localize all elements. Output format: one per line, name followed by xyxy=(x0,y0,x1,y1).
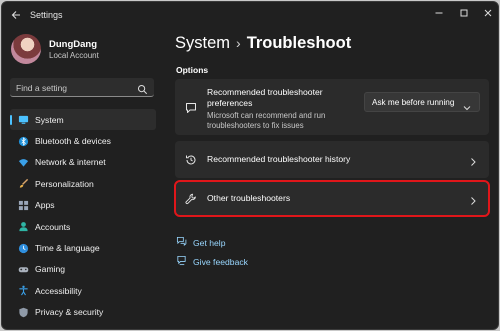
sidebar-item-label: Accessibility xyxy=(35,285,82,296)
wifi-icon xyxy=(17,156,29,168)
sidebar-item-accounts[interactable]: Accounts xyxy=(10,216,156,237)
breadcrumb: System › Troubleshoot xyxy=(175,34,351,53)
sidebar-item-time-language[interactable]: Time & language xyxy=(10,237,156,258)
user-name: DungDang xyxy=(49,39,98,50)
section-heading: Options xyxy=(176,65,209,75)
close-icon[interactable] xyxy=(481,6,495,20)
account-type: Local Account xyxy=(49,51,99,60)
give-feedback-label: Give feedback xyxy=(193,256,248,267)
card-title: Recommended troubleshooter history xyxy=(207,154,351,164)
shield-icon xyxy=(17,306,29,318)
apps-icon xyxy=(17,199,29,211)
monitor-icon xyxy=(17,114,29,126)
sidebar-item-network[interactable]: Network & internet xyxy=(10,152,156,173)
sidebar-item-label: System xyxy=(35,114,64,125)
troubleshooter-history-card[interactable]: Recommended troubleshooter history xyxy=(175,141,489,178)
maximize-icon[interactable] xyxy=(457,6,471,20)
bluetooth-icon xyxy=(17,135,29,147)
card-description: Microsoft can recommend and run troubles… xyxy=(207,111,326,130)
select-value: Ask me before running xyxy=(372,98,455,107)
sidebar-item-privacy-security[interactable]: Privacy & security xyxy=(10,302,156,323)
sidebar-item-label: Gaming xyxy=(35,264,66,275)
give-feedback-link[interactable]: Give feedback xyxy=(176,255,248,268)
chevron-down-icon xyxy=(463,99,471,111)
breadcrumb-parent[interactable]: System xyxy=(175,34,230,52)
sidebar-item-system[interactable]: System xyxy=(10,109,156,131)
highlight-box xyxy=(174,180,490,217)
help-icon xyxy=(176,236,193,249)
settings-window: Settings DungDang Local Account Find a s… xyxy=(1,1,499,330)
sidebar-item-gaming[interactable]: Gaming xyxy=(10,259,156,280)
sidebar-item-label: Accounts xyxy=(35,221,71,232)
feedback-icon xyxy=(176,255,193,268)
chevron-right-icon xyxy=(469,154,477,166)
sidebar-item-label: Network & internet xyxy=(35,157,106,168)
brush-icon xyxy=(17,178,29,190)
back-arrow-icon[interactable] xyxy=(10,8,22,20)
sidebar-item-label: Personalization xyxy=(35,178,94,189)
search-placeholder: Find a setting xyxy=(16,83,68,93)
sidebar-nav: System Bluetooth & devices Network & int… xyxy=(10,109,156,323)
sidebar-item-label: Time & language xyxy=(35,243,100,254)
search-icon[interactable] xyxy=(137,82,148,95)
gamepad-icon xyxy=(17,263,29,275)
sidebar-item-label: Apps xyxy=(35,200,55,211)
window-title: Settings xyxy=(30,10,63,20)
minimize-icon[interactable] xyxy=(432,6,446,20)
troubleshooter-preference-select[interactable]: Ask me before running xyxy=(364,92,480,112)
get-help-label: Get help xyxy=(193,237,226,248)
chat-bubble-icon xyxy=(185,101,197,113)
search-input[interactable]: Find a setting xyxy=(10,78,154,97)
troubleshooter-preferences-card: Recommended troubleshooter preferences M… xyxy=(175,79,489,135)
accessibility-icon xyxy=(17,285,29,297)
globe-clock-icon xyxy=(17,242,29,254)
sidebar-item-accessibility[interactable]: Accessibility xyxy=(10,280,156,301)
sidebar-item-apps[interactable]: Apps xyxy=(10,195,156,216)
sidebar-item-bluetooth[interactable]: Bluetooth & devices xyxy=(10,130,156,151)
breadcrumb-separator: › xyxy=(236,35,241,51)
sidebar-item-label: Privacy & security xyxy=(35,307,104,318)
person-icon xyxy=(17,221,29,233)
page-title: Troubleshoot xyxy=(246,34,352,52)
sidebar-item-personalization[interactable]: Personalization xyxy=(10,173,156,194)
avatar[interactable] xyxy=(11,34,41,64)
sidebar-item-label: Bluetooth & devices xyxy=(35,136,111,147)
history-icon xyxy=(185,153,197,165)
get-help-link[interactable]: Get help xyxy=(176,236,226,249)
card-title: Recommended troubleshooter preferences xyxy=(207,87,323,108)
title-bar: Settings xyxy=(2,2,498,28)
